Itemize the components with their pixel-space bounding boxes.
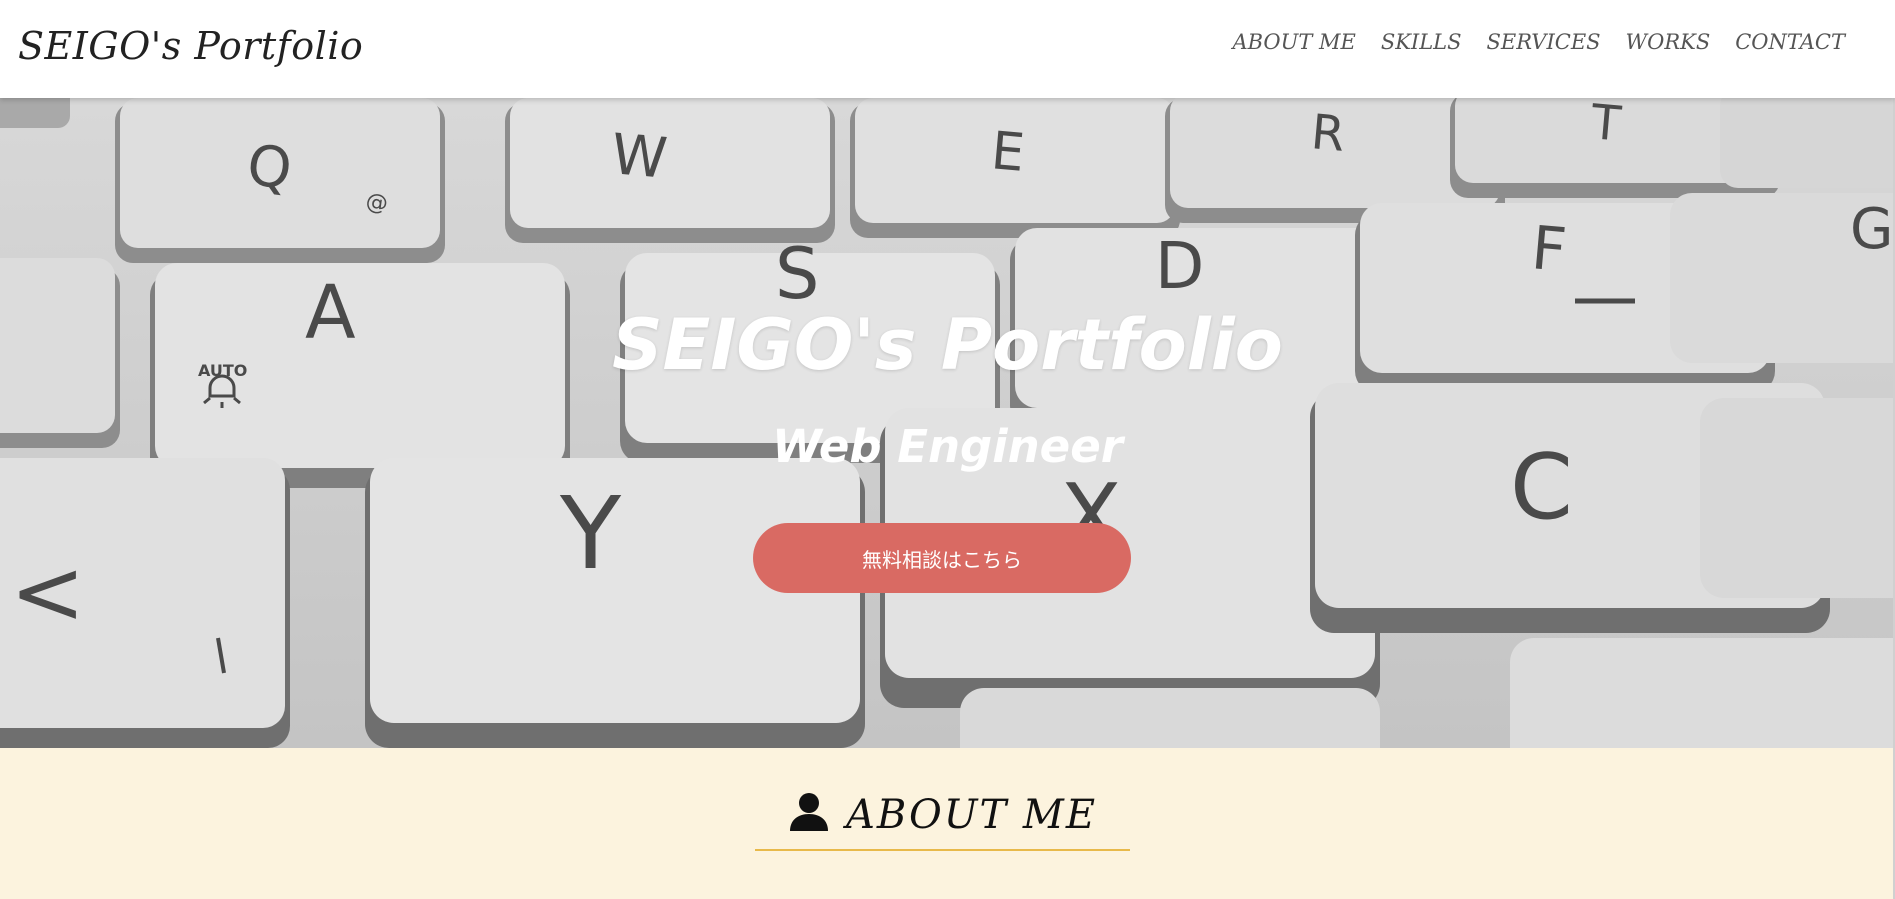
main-nav: ABOUT ME SKILLS SERVICES WORKS CONTACT (1232, 30, 1845, 54)
about-section: ABOUT ME (0, 748, 1895, 899)
nav-about-me[interactable]: ABOUT ME (1232, 30, 1355, 54)
free-consultation-button[interactable]: 無料相談はこちら (753, 523, 1131, 593)
hero-section: Q W E R T A S D F G Y X C < @ AUTO SEIGO… (0, 98, 1895, 748)
hero-subtitle: Web Engineer (772, 420, 1123, 473)
site-header: SEIGO's Portfolio ABOUT ME SKILLS SERVIC… (0, 0, 1895, 98)
user-icon (789, 793, 828, 831)
nav-contact[interactable]: CONTACT (1735, 30, 1845, 54)
nav-skills[interactable]: SKILLS (1381, 30, 1462, 54)
hero-title: SEIGO's Portfolio (612, 304, 1283, 386)
nav-works[interactable]: WORKS (1626, 30, 1711, 54)
hero-content: SEIGO's Portfolio Web Engineer 無料相談はこちら (0, 98, 1895, 748)
about-title: ABOUT ME (845, 792, 1098, 838)
site-logo[interactable]: SEIGO's Portfolio (18, 24, 363, 68)
nav-services[interactable]: SERVICES (1487, 30, 1601, 54)
about-heading: ABOUT ME (755, 793, 1130, 851)
